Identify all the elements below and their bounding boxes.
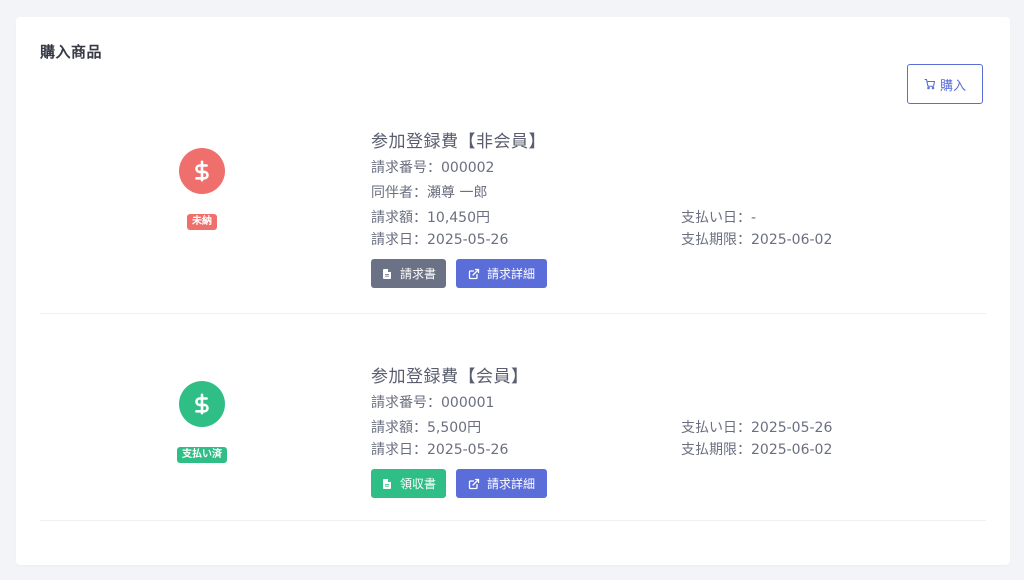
list-item: 支払い済 参加登録費【会員】 請求番号：000001 請求額：5,500円 請求…	[40, 314, 986, 521]
dollar-icon	[195, 393, 209, 415]
invoice-amount: 請求額：5,500円	[371, 420, 482, 436]
dollar-icon	[195, 160, 209, 182]
external-link-icon	[468, 268, 480, 279]
invoice-date: 請求日：2025-05-26	[371, 232, 509, 248]
file-icon	[382, 268, 391, 279]
invoice-detail-label: 請求詳細	[486, 267, 535, 281]
payment-deadline: 支払期限：2025-06-02	[681, 442, 833, 458]
file-icon	[382, 478, 391, 489]
payment-deadline: 支払期限：2025-06-02	[681, 232, 833, 248]
invoice-document-label: 請求書	[399, 267, 436, 281]
external-link-icon	[468, 478, 480, 489]
purchased-items-card: 購入商品 購入 未納 参加登録費【非会員】 請求番号：000002 同伴者：瀬尊…	[16, 17, 1010, 565]
invoice-date: 請求日：2025-05-26	[371, 442, 509, 458]
item-info: 参加登録費【非会員】 請求番号：000002 同伴者：瀬尊 一郎 請求額：10,…	[371, 130, 986, 288]
invoice-number: 請求番号：000002	[371, 160, 495, 176]
payment-date: 支払い日：-	[681, 210, 757, 226]
status-column: 未納	[172, 148, 232, 230]
status-column: 支払い済	[172, 381, 232, 463]
status-circle	[179, 148, 225, 194]
invoice-detail-button[interactable]: 請求詳細	[456, 259, 547, 288]
receipt-label: 領収書	[399, 477, 436, 491]
buy-button-label: 購入	[939, 78, 966, 94]
item-title: 参加登録費【非会員】	[371, 132, 546, 152]
status-badge: 未納	[187, 214, 217, 230]
status-circle	[179, 381, 225, 427]
buy-button[interactable]: 購入	[907, 64, 983, 104]
invoice-number: 請求番号：000001	[371, 395, 495, 411]
invoice-detail-label: 請求詳細	[486, 477, 535, 491]
cart-icon	[924, 78, 936, 90]
section-title: 購入商品	[40, 43, 103, 61]
invoice-details: 請求額：5,500円 請求日：2025-05-26 支払い日：2025-05-2…	[371, 418, 986, 460]
invoice-detail-button[interactable]: 請求詳細	[456, 469, 547, 498]
invoice-details: 請求額：10,450円 請求日：2025-05-26 支払い日：- 支払期限：2…	[371, 208, 986, 250]
status-badge: 支払い済	[177, 447, 227, 463]
action-buttons: 請求書 請求詳細	[371, 259, 986, 288]
list-item: 未納 参加登録費【非会員】 請求番号：000002 同伴者：瀬尊 一郎 請求額：…	[40, 114, 986, 314]
item-info: 参加登録費【会員】 請求番号：000001 請求額：5,500円 請求日：202…	[371, 365, 986, 498]
invoice-document-button[interactable]: 請求書	[371, 259, 446, 288]
invoice-amount: 請求額：10,450円	[371, 210, 490, 226]
receipt-button[interactable]: 領収書	[371, 469, 446, 498]
payment-date: 支払い日：2025-05-26	[681, 420, 833, 436]
item-title: 参加登録費【会員】	[371, 367, 529, 387]
companion: 同伴者：瀬尊 一郎	[371, 185, 488, 201]
action-buttons: 領収書 請求詳細	[371, 469, 986, 498]
